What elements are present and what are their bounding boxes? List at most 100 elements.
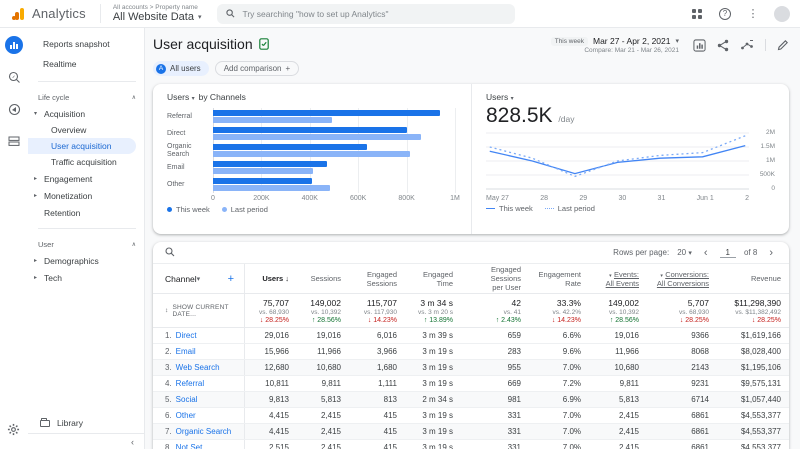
table-search-icon[interactable] bbox=[165, 246, 175, 257]
bar bbox=[213, 110, 441, 116]
table-body: 1. Direct 29,016 19,016 6,016 3 m 39 s 659 6.6%… bbox=[153, 328, 789, 449]
all-users-segment-pill[interactable]: A All users bbox=[153, 61, 209, 76]
metric-cell: 15,966 bbox=[264, 347, 289, 356]
page-number-input[interactable]: 1 bbox=[719, 248, 736, 258]
search-input[interactable]: Try searching "how to set up Analytics" bbox=[217, 3, 516, 24]
sidebar-item-overview[interactable]: Overview bbox=[28, 122, 144, 138]
property-selector[interactable]: All accounts > Property name All Website… bbox=[99, 4, 201, 23]
legend-label: Last period bbox=[230, 205, 268, 214]
advertising-nav-icon[interactable] bbox=[5, 100, 23, 118]
sidebar-item-user-acquisition[interactable]: User acquisition bbox=[28, 138, 136, 154]
legend-item: Last period bbox=[544, 204, 595, 213]
channel-link[interactable]: Direct bbox=[176, 331, 197, 340]
sidebar-item-library[interactable]: Library bbox=[28, 413, 144, 433]
totals-vs: vs. 42.2% bbox=[552, 308, 581, 316]
explore-nav-icon[interactable] bbox=[5, 68, 23, 86]
channel-link[interactable]: Organic Search bbox=[176, 427, 232, 436]
expander-icon: ▸ bbox=[34, 193, 38, 199]
metric-cell: 6.6% bbox=[562, 331, 581, 340]
date-range-picker[interactable]: This week Mar 27 - Apr 2, 2021 ▾ Compare… bbox=[550, 36, 679, 54]
sidebar-item-life-cycle[interactable]: Life cycle ∧ bbox=[28, 89, 144, 105]
sidebar-item-user[interactable]: User ∧ bbox=[28, 236, 144, 252]
totals-cell: 42 vs. 41 ↑ 2.43% bbox=[461, 298, 529, 324]
totals-delta: ↑ 28.56% bbox=[609, 316, 639, 324]
sidebar-item-reports-snapshot[interactable]: Reports snapshot bbox=[28, 34, 144, 54]
channel-cell: 3. Web Search bbox=[153, 360, 245, 375]
sidebar-item-label: User acquisition bbox=[51, 141, 112, 151]
metric-cell: 8068 bbox=[691, 347, 709, 356]
collapse-section-icon[interactable]: ∧ bbox=[132, 94, 136, 101]
sidebar-item-label: Reports snapshot bbox=[43, 39, 110, 49]
channel-link[interactable]: Referral bbox=[176, 379, 204, 388]
metric-cell: $1,057,440 bbox=[740, 395, 781, 404]
sidebar-item-monetization[interactable]: ▸ Monetization bbox=[28, 187, 144, 204]
add-comparison-button[interactable]: Add comparison + bbox=[214, 61, 300, 76]
channel-link[interactable]: Not Set bbox=[176, 443, 203, 449]
prev-page-icon[interactable]: ‹ bbox=[700, 247, 712, 259]
metric-cell: 3 m 19 s bbox=[422, 427, 453, 436]
totals-value: 149,002 bbox=[608, 297, 639, 308]
metric-cell: 7.0% bbox=[562, 363, 581, 372]
column-header-engaged[interactable]: Engaged Sessions bbox=[349, 270, 405, 288]
charts-card: Users ▾ by Channels Referral Direct Organi… bbox=[153, 84, 789, 234]
channel-column-header[interactable]: Channel ▾ + bbox=[153, 264, 245, 293]
reports-nav-icon[interactable] bbox=[5, 36, 23, 54]
column-header-engagement[interactable]: Engagement Rate bbox=[529, 270, 589, 288]
column-menu-icon[interactable]: ▾ bbox=[609, 273, 613, 279]
column-header-engaged-sessions[interactable]: Engaged Sessions per User bbox=[461, 265, 529, 292]
analytics-logo[interactable]: Analytics bbox=[10, 6, 86, 22]
column-header-engaged[interactable]: Engaged Time bbox=[405, 270, 461, 288]
report-info-icon[interactable] bbox=[258, 38, 269, 50]
sidebar-item-demographics[interactable]: ▸ Demographics bbox=[28, 252, 144, 269]
sidebar-item-label: Traffic acquisition bbox=[51, 157, 117, 167]
add-column-icon[interactable]: + bbox=[228, 273, 240, 285]
channel-cell: 5. Social bbox=[153, 392, 245, 407]
help-icon[interactable]: ? bbox=[718, 7, 732, 21]
channel-link[interactable]: Email bbox=[176, 347, 196, 356]
sidebar-item-traffic-acquisition[interactable]: Traffic acquisition bbox=[28, 154, 144, 170]
explore-compare-icon[interactable] bbox=[740, 39, 754, 51]
metric-cell: 4,415 bbox=[268, 411, 289, 420]
sidebar-item-acquisition[interactable]: ▾ Acquisition bbox=[28, 105, 144, 122]
sidebar-item-realtime[interactable]: Realtime bbox=[28, 54, 144, 74]
column-header-users[interactable]: Users ↓ bbox=[245, 274, 297, 283]
column-menu-icon[interactable]: ▾ bbox=[660, 273, 664, 279]
bar-metric-selector[interactable]: Users ▾ bbox=[167, 92, 195, 102]
bar-group-email: Email bbox=[167, 159, 457, 176]
table-row: 6. Other 4,415 2,415 415 3 m 19 s 331 7.0% 2,415… bbox=[153, 408, 789, 424]
share-icon[interactable] bbox=[717, 39, 729, 52]
collapse-sidebar-row: ‹ bbox=[28, 433, 144, 449]
rows-per-page-label: Rows per page: bbox=[613, 248, 670, 257]
metric-cell: 10,811 bbox=[265, 379, 289, 388]
metric-cell: 5,813 bbox=[618, 395, 639, 404]
x-tick-label: 1M bbox=[450, 195, 460, 202]
channel-link[interactable]: Web Search bbox=[176, 363, 220, 372]
collapse-sidebar-icon[interactable]: ‹ bbox=[131, 437, 134, 447]
edit-pencil-icon[interactable] bbox=[777, 39, 789, 51]
sidebar-item-retention[interactable]: Retention bbox=[28, 204, 144, 221]
sidebar-item-engagement[interactable]: ▸ Engagement bbox=[28, 170, 144, 187]
line-metric-selector[interactable]: Users ▾ bbox=[486, 92, 514, 102]
sidebar-item-tech[interactable]: ▸ Tech bbox=[28, 269, 144, 286]
show-current-date-toggle[interactable]: ↕ SHOW CURRENT DATE... bbox=[153, 294, 245, 327]
bar-group-direct: Direct bbox=[167, 125, 457, 142]
x-tick-label: 800K bbox=[398, 195, 415, 202]
column-header-sessions[interactable]: Sessions bbox=[297, 274, 349, 283]
rows-per-page-select[interactable]: 20 ▾ bbox=[677, 248, 692, 257]
property-name: All Website Data bbox=[112, 11, 194, 23]
apps-grid-icon[interactable] bbox=[690, 7, 704, 21]
channel-link[interactable]: Other bbox=[176, 411, 196, 420]
header-line2: Time bbox=[436, 278, 453, 288]
column-header-events-[interactable]: ▾ Events: All Events bbox=[589, 270, 647, 288]
more-options-icon[interactable]: ⋮ bbox=[746, 7, 760, 21]
collapse-section-icon[interactable]: ∧ bbox=[132, 241, 136, 248]
admin-gear-icon[interactable] bbox=[7, 423, 20, 441]
channel-link[interactable]: Social bbox=[176, 395, 198, 404]
column-header-revenue[interactable]: Revenue bbox=[717, 274, 789, 283]
avatar[interactable] bbox=[774, 5, 790, 22]
configure-nav-icon[interactable] bbox=[5, 132, 23, 150]
insights-icon[interactable] bbox=[693, 38, 706, 52]
next-page-icon[interactable]: › bbox=[765, 247, 777, 259]
bar bbox=[213, 185, 331, 191]
column-header-conversions-[interactable]: ▾ Conversions: All Conversions bbox=[647, 270, 717, 288]
